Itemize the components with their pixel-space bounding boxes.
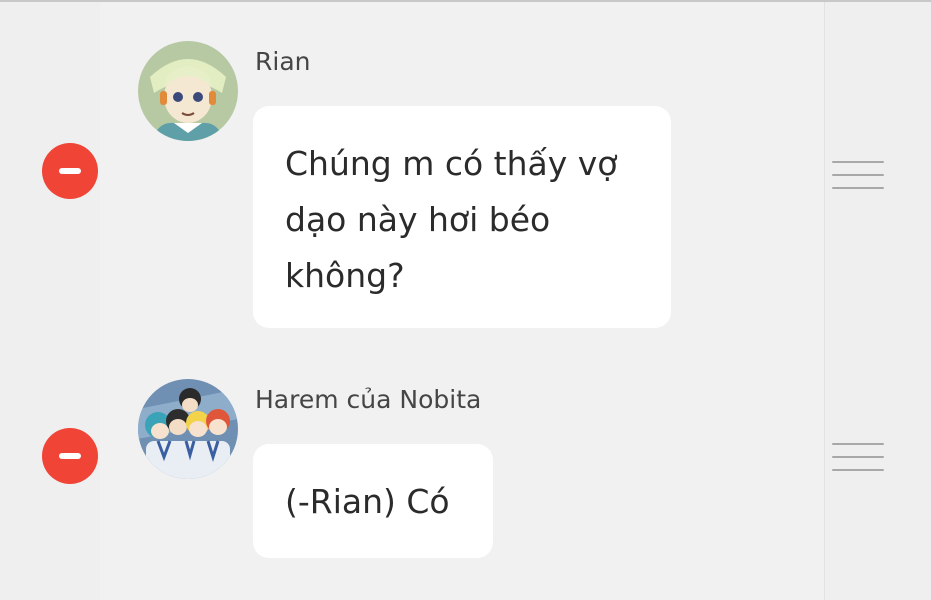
delete-message-button[interactable]	[42, 143, 98, 199]
message-bubble[interactable]: (-Rian) Có	[253, 444, 493, 558]
sender-name: Harem của Nobita	[255, 385, 482, 414]
message-text-line: không?	[285, 256, 405, 295]
anime-boy-avatar-icon	[138, 41, 238, 141]
minus-circle-icon	[59, 168, 81, 174]
group-anime-avatar-icon	[138, 379, 238, 479]
drag-handle-icon[interactable]	[832, 161, 884, 189]
sender-avatar	[138, 41, 238, 141]
message-text-line: Chúng m có thấy vợ	[285, 144, 618, 183]
minus-circle-icon	[59, 453, 81, 459]
message-text-line: dạo này hơi béo	[285, 200, 551, 239]
drag-handle-icon[interactable]	[832, 443, 884, 471]
message-bubble[interactable]: Chúng m có thấy vợ dạo này hơi béo không…	[253, 106, 671, 328]
delete-message-button[interactable]	[42, 428, 98, 484]
sender-avatar	[138, 379, 238, 479]
message-text-line: (-Rian) Có	[285, 482, 450, 521]
sender-name: Rian	[255, 47, 311, 76]
